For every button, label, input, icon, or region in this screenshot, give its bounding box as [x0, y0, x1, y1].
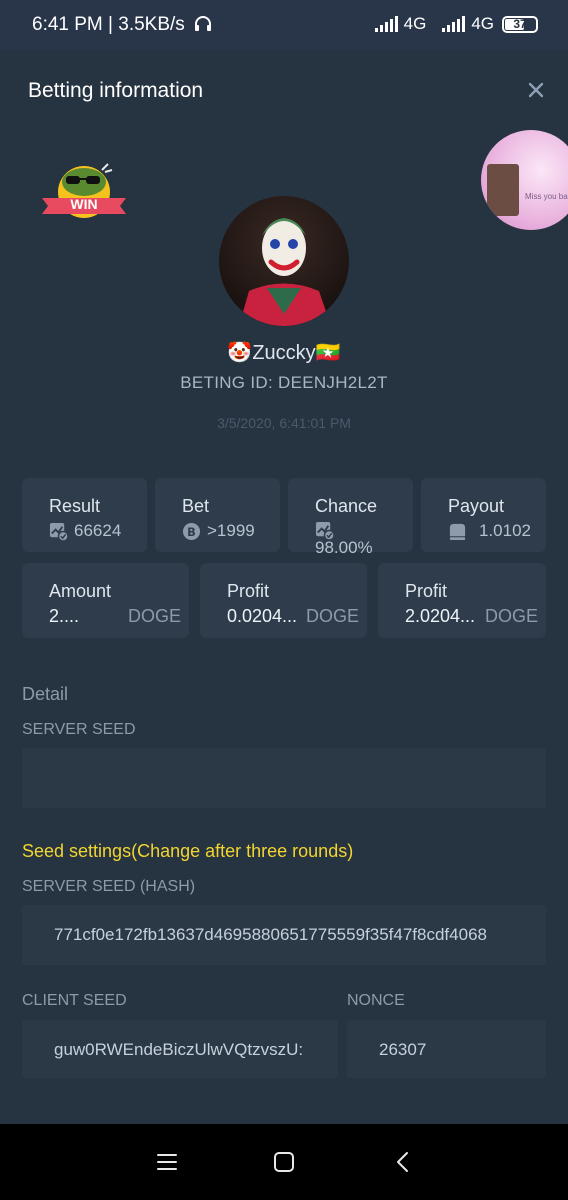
headphones-icon — [195, 16, 212, 31]
back-icon[interactable] — [392, 1150, 416, 1174]
client-seed-value: guw0RWEndeBiczUlwVQtzvszU: — [54, 1040, 304, 1059]
client-seed-label: CLIENT SEED — [22, 992, 127, 1009]
bet-label: Bet — [182, 496, 210, 516]
system-nav-bar — [0, 1124, 568, 1200]
client-seed-field[interactable]: guw0RWEndeBiczUlwVQtzvszU: — [22, 1020, 338, 1078]
profit-unit-1: DOGE — [305, 606, 359, 626]
payout-card: Payout 1.0102 — [421, 478, 546, 552]
bet-id: BETING ID: DEENJH2L2T — [180, 373, 388, 392]
result-card: Result 66624 — [22, 478, 147, 552]
result-value: 66624 — [74, 521, 122, 540]
network-type-2: 4G — [471, 14, 494, 33]
bitcoin-icon: B — [182, 522, 201, 540]
detail-heading: Detail — [22, 684, 69, 704]
bet-card: Bet B >1999 — [155, 478, 280, 552]
result-value-row: 66624 — [49, 521, 121, 541]
signal-icon — [374, 16, 398, 32]
nonce-value: 26307 — [379, 1040, 427, 1059]
svg-text:B: B — [187, 524, 196, 538]
menu-icon[interactable] — [155, 1151, 179, 1173]
payout-label: Payout — [448, 496, 505, 516]
profit-value-1: 0.0204... — [227, 606, 298, 626]
profit-label-2: Profit — [405, 581, 448, 601]
frog-sunglasses-icon — [42, 163, 126, 218]
profit-value-2: 2.0204... — [405, 606, 476, 626]
payout-value-row: 1.0102 — [448, 521, 531, 541]
network-type-1: 4G — [403, 14, 427, 33]
chance-label: Chance — [315, 496, 378, 516]
chance-value-row: 98.00% — [315, 521, 373, 558]
amount-label: Amount — [49, 581, 112, 601]
win-badge: WIN — [42, 158, 126, 228]
server-seed-hash-label: SERVER SEED (HASH) — [22, 878, 196, 895]
seed-settings-heading: Seed settings(Change after three rounds) — [22, 841, 354, 861]
server-seed-hash-field[interactable]: 771cf0e172fb13637d4695880651775559f35f47… — [22, 905, 546, 965]
status-time: 6:41 PM | 3.5KB/s — [32, 14, 213, 36]
profit-unit-2: DOGE — [484, 606, 538, 626]
payout-icon — [449, 523, 466, 540]
server-seed-label: SERVER SEED — [22, 721, 136, 738]
bet-datetime: 3/5/2020, 6:41:01 PM — [217, 415, 351, 431]
amount-unit: DOGE — [127, 606, 181, 626]
close-button[interactable] — [524, 78, 548, 104]
profit-label-1: Profit — [227, 581, 270, 601]
chart-check-icon — [49, 522, 68, 541]
close-icon — [528, 82, 544, 98]
status-bar: 6:41 PM | 3.5KB/s 4G 4G 37 — [0, 0, 568, 50]
signal-icon — [442, 16, 466, 32]
chance-card: Chance 98.00% — [288, 478, 413, 557]
modal-title: Betting information — [28, 79, 204, 102]
battery-icon: 37 — [502, 15, 538, 33]
profit-card-1: Profit 0.0204... DOGE — [200, 563, 367, 638]
bet-value: >1999 — [207, 521, 255, 540]
nonce-field[interactable]: 26307 — [347, 1020, 546, 1078]
screen: 6:41 PM | 3.5KB/s 4G 4G 37 Betting infor… — [0, 0, 568, 1200]
other-player-avatar[interactable]: Miss you babe — [481, 130, 568, 230]
payout-value: 1.0102 — [479, 521, 531, 540]
server-seed-field[interactable] — [22, 748, 546, 808]
joker-avatar-icon — [239, 218, 331, 326]
bet-value-row: B >1999 — [182, 521, 255, 541]
status-indicators: 4G 4G 37 — [374, 14, 538, 34]
player-avatar — [219, 196, 349, 326]
chance-value: 98.00% — [315, 538, 373, 557]
profit-card-2: Profit 2.0204... DOGE — [378, 563, 546, 638]
amount-card: Amount 2.... DOGE — [22, 563, 189, 638]
avatar-caption: Miss you babe — [525, 192, 568, 201]
nonce-label: NONCE — [347, 992, 405, 1009]
result-label: Result — [49, 496, 101, 516]
avatar-photo — [487, 164, 519, 216]
win-badge-label: WIN — [70, 196, 98, 212]
amount-value: 2.... — [49, 606, 80, 626]
home-icon[interactable] — [272, 1150, 296, 1174]
player-username: 🤡Zuccky🇲🇲 — [227, 342, 341, 364]
server-seed-hash-value: 771cf0e172fb13637d4695880651775559f35f47… — [54, 925, 487, 944]
